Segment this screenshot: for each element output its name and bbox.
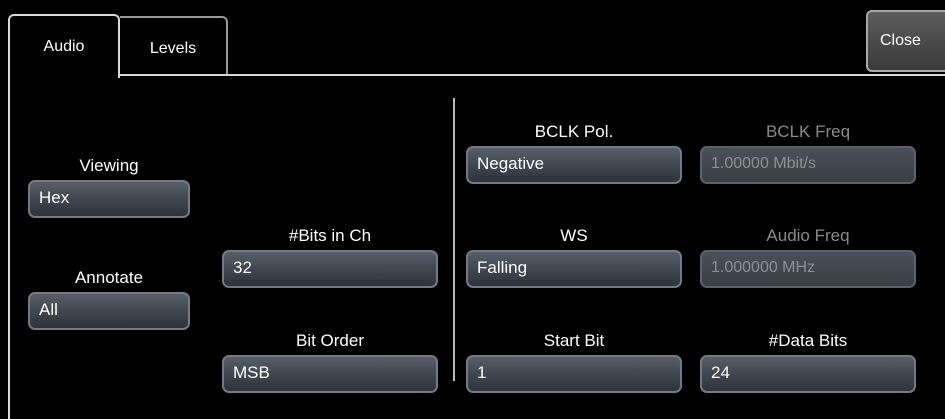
annotate-select[interactable]: All [28,292,190,330]
ws-label: WS [560,226,588,245]
bclk-pol-label: BCLK Pol. [534,122,614,141]
bclk-pol-select[interactable]: Negative [466,146,682,184]
audio-freq-field: 1.000000 MHz [700,250,916,288]
start-bit-field[interactable]: 1 [466,355,682,393]
tab-levels-label: Levels [149,40,197,57]
data-bits-field[interactable]: 24 [700,355,916,393]
close-button-label: Close [880,32,921,49]
bclk-freq-label: BCLK Freq [765,122,851,141]
data-bits-label: #Data Bits [768,331,848,350]
annotate-label: Annotate [74,268,144,287]
tab-audio-label: Audio [43,38,85,55]
bits-in-ch-label: #Bits in Ch [288,226,372,245]
bit-order-select[interactable]: MSB [222,355,438,393]
close-button[interactable]: Close [866,10,945,72]
start-bit-label: Start Bit [543,331,605,350]
bclk-freq-field: 1.00000 Mbit/s [700,146,916,184]
ws-select[interactable]: Falling [466,250,682,288]
viewing-select[interactable]: Hex [28,180,190,218]
tab-levels[interactable]: Levels [120,16,228,74]
audio-freq-label: Audio Freq [766,226,850,245]
bit-order-label: Bit Order [295,331,365,350]
tab-audio[interactable]: Audio [8,14,120,78]
vertical-divider [453,98,455,381]
viewing-label: Viewing [79,156,139,175]
bits-in-ch-field[interactable]: 32 [222,250,438,288]
